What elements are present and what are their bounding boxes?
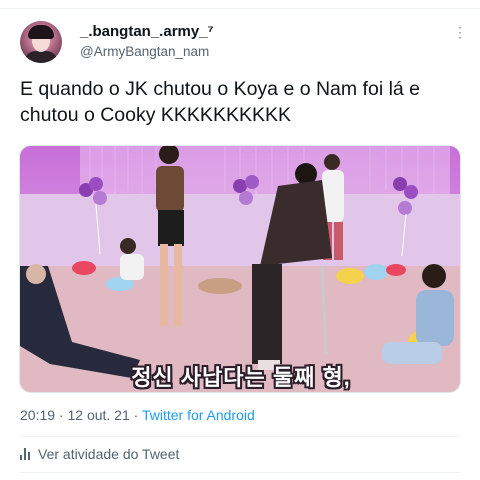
client-link[interactable]: Twitter for Android bbox=[142, 407, 255, 423]
tweet-text: E quando o JK chutou o Koya e o Nam foi … bbox=[20, 78, 421, 126]
bottom-divider bbox=[20, 472, 460, 473]
meta-divider bbox=[20, 436, 460, 437]
avatar[interactable] bbox=[20, 21, 62, 63]
view-activity-button[interactable]: Ver atividade do Tweet bbox=[20, 446, 179, 462]
display-name[interactable]: _.bangtan_.army_⁷ bbox=[80, 23, 214, 40]
timestamp[interactable]: 20:19 · 12 out. 21 · bbox=[20, 407, 142, 423]
media-subtitle: 정신 사납다는 둘째 형, bbox=[131, 365, 351, 390]
top-divider bbox=[0, 8, 480, 9]
activity-label: Ver atividade do Tweet bbox=[38, 446, 180, 462]
tweet-meta: 20:19 · 12 out. 21 · Twitter for Android bbox=[20, 407, 255, 423]
user-handle[interactable]: @ArmyBangtan_nam bbox=[80, 44, 209, 59]
bar-chart-icon bbox=[20, 448, 32, 460]
more-icon[interactable]: ⋮ bbox=[450, 22, 470, 42]
tweet-media[interactable]: 정신 사납다는 둘째 형, bbox=[19, 145, 461, 393]
media-scene bbox=[20, 146, 460, 392]
